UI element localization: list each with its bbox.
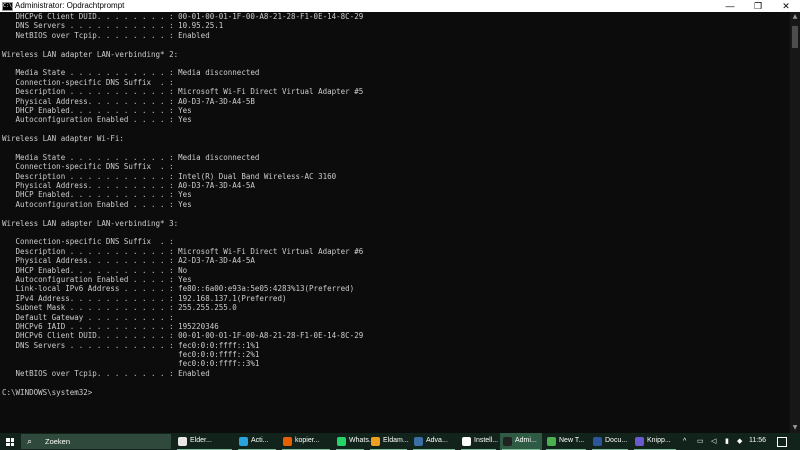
vlc-icon [371,437,380,446]
taskbar-app-label: Acti... [251,437,269,444]
minimize-button[interactable]: — [716,0,744,12]
telegram-icon [239,437,248,446]
taskbar-app-label: Adva... [426,437,448,444]
restore-button[interactable]: ❐ [744,0,772,12]
console-line: NetBIOS over Tcpip. . . . . . . . : Enab… [2,30,210,40]
console-line: Autoconfiguration Enabled . . . . : Yes [2,274,192,284]
console-line: fec0:0:0:ffff::2%1 [2,350,260,360]
console-line: Autoconfiguration Enabled . . . . : Yes [2,199,192,209]
taskbar-app-1[interactable]: Acti... [236,433,278,450]
taskbar-app-10[interactable]: Knipp... [632,433,678,450]
window-titlebar[interactable]: C:\ Administrator: Opdrachtprompt — ❐ ✕ [0,0,800,12]
console-line: Wireless LAN adapter Wi-Fi: [2,134,124,144]
console-line: DHCPv6 Client DUID. . . . . . . . : 00-0… [2,12,364,21]
console-line: Physical Address. . . . . . . . . : A0-D… [2,181,255,191]
console-line: DNS Servers . . . . . . . . . . . : fec0… [2,340,260,350]
console-line: Subnet Mask . . . . . . . . . . . : 255.… [2,303,237,313]
taskbar-app-7[interactable]: Admi... [500,433,542,450]
console-line: Physical Address. . . . . . . . . : A2-D… [2,256,255,266]
whatsapp-icon [337,437,346,446]
close-button[interactable]: ✕ [772,0,800,12]
console-line: DHCP Enabled. . . . . . . . . . . : No [2,265,188,275]
notification-center-icon[interactable] [777,437,787,447]
snipping-icon [635,437,644,446]
clock[interactable]: 11:56 [749,437,766,444]
console-line: Description . . . . . . . . . . . : Micr… [2,87,364,97]
scroll-thumb[interactable] [792,26,798,48]
console-line: Description . . . . . . . . . . . : Micr… [2,246,364,256]
firefox-icon [283,437,292,446]
console-line: Wireless LAN adapter LAN-verbinding* 3: [2,218,179,228]
scroll-down-arrow-icon[interactable]: ▼ [790,423,800,433]
taskbar-app-2[interactable]: kopier... [280,433,332,450]
taskbar-app-label: Elder... [190,437,212,444]
console-line: Media State . . . . . . . . . . . : Medi… [2,152,260,162]
tray-chevron-icon[interactable]: ^ [683,433,686,450]
console-line: Connection-specific DNS Suffix . : [2,77,174,87]
taskbar-app-9[interactable]: Docu... [590,433,630,450]
console-line: Connection-specific DNS Suffix . : [2,162,174,172]
gear-icon [462,437,471,446]
taskbar-app-0[interactable]: Elder... [175,433,234,450]
console-line: Connection-specific DNS Suffix . : [2,237,174,247]
taskbar-app-3[interactable]: Whats... [334,433,375,450]
word-icon [593,437,602,446]
console-line: DHCPv6 Client DUID. . . . . . . . : 00-0… [2,331,364,341]
console-line: fec0:0:0:ffff::3%1 [2,359,260,369]
scroll-up-arrow-icon[interactable]: ▲ [790,12,800,22]
taskbar-app-label: kopier... [295,437,320,444]
taskbar-app-label: Knipp... [647,437,671,444]
vertical-scrollbar[interactable]: ▲ ▼ [790,12,800,433]
console-line: Autoconfiguration Enabled . . . . : Yes [2,115,192,125]
taskbar-app-label: Instell... [474,437,499,444]
language-icon[interactable]: ◆ [737,433,742,450]
taskbar: ⌕ Zoeken Elder... Acti... kopier... Whats..… [0,433,800,450]
windows-logo-icon [6,438,14,446]
battery-icon[interactable]: ▮ [725,433,729,450]
volume-icon[interactable]: ◁ [711,433,716,450]
document-icon [178,437,187,446]
search-placeholder: Zoeken [45,437,71,446]
console-line: Description . . . . . . . . . . . : Inte… [2,171,337,181]
taskbar-app-label: Docu... [605,437,628,444]
search-icon: ⌕ [27,436,33,446]
taskbar-search[interactable]: ⌕ Zoeken [21,434,171,449]
taskbar-app-4[interactable]: Eldam... [368,433,409,450]
console-line: IPv4 Address. . . . . . . . . . . : 192.… [2,293,287,303]
console-line: Physical Address. . . . . . . . . : A0-D… [2,96,255,106]
cmd-icon: C:\ [2,2,13,11]
console-line: Default Gateway . . . . . . . . . : [2,312,174,322]
command-prompt-line: C:\WINDOWS\system32> [2,387,93,397]
taskbar-app-6[interactable]: Instell... [459,433,498,450]
chrome-icon [547,437,556,446]
window-title: Administrator: Opdrachtprompt [15,1,125,10]
taskbar-app-8[interactable]: New T... [544,433,588,450]
console-line: DNS Servers . . . . . . . . . . . : 10.9… [2,21,224,31]
taskbar-app-5[interactable]: Adva... [411,433,457,450]
console-line: Link-local IPv6 Address . . . . . : fe80… [2,284,355,294]
cmd-icon [503,437,512,446]
start-button[interactable] [0,433,20,450]
taskbar-app-label: Eldam... [383,437,409,444]
console-line: DHCP Enabled. . . . . . . . . . . : Yes [2,105,192,115]
console-line: DHCPv6 IAID . . . . . . . . . . . : 1952… [2,321,219,331]
taskbar-app-label: New T... [559,437,585,444]
console-line: DHCP Enabled. . . . . . . . . . . : Yes [2,190,192,200]
console-output[interactable]: DHCPv6 Client DUID. . . . . . . . : 00-0… [0,12,790,433]
window-icon [414,437,423,446]
taskbar-app-label: Admi... [515,437,537,444]
console-line: Wireless LAN adapter LAN-verbinding* 2: [2,49,179,59]
network-icon[interactable]: ▭ [697,433,704,450]
console-line: Media State . . . . . . . . . . . : Medi… [2,68,260,78]
console-line: NetBIOS over Tcpip. . . . . . . . : Enab… [2,368,210,378]
